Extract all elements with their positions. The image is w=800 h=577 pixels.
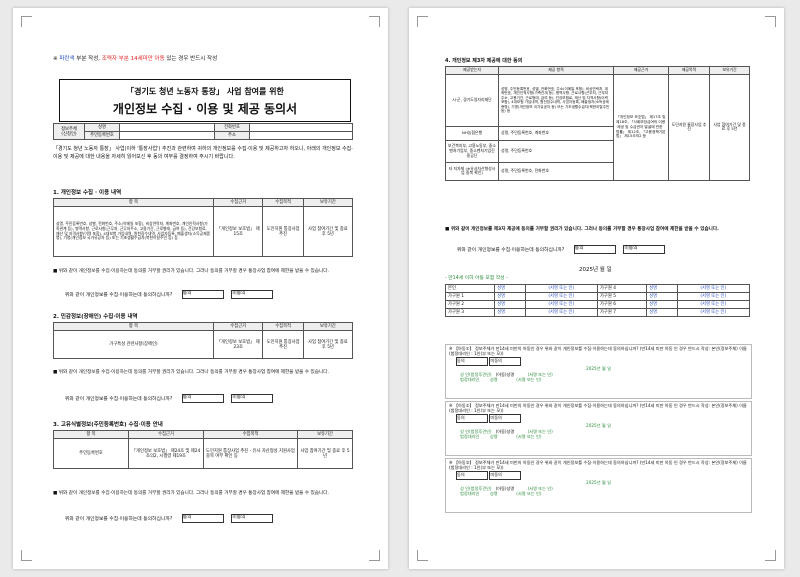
corner-mark — [417, 550, 428, 561]
child-consent-text: ※ 【아동①】 정보주체가 만14세 미만의 아동인 경우 위와 같이 개인정보… — [449, 346, 747, 357]
disagree-checkbox[interactable]: 미동의 — [623, 245, 666, 254]
corner-mark — [765, 16, 776, 27]
section-1-table: 항 목 수집근거 수집목적 보유기간 성명, 주민등록번호, 성별, 전화번호,… — [53, 198, 354, 257]
section-2-notice: ■ 위와 같이 개인정보를 수집·이용하는데 동의를 거부할 권리가 있습니다.… — [53, 370, 329, 375]
corner-mark — [21, 550, 32, 561]
agree-checkbox[interactable]: 동의 — [181, 290, 224, 299]
signature-label: 성명 — [494, 284, 526, 293]
disagree-checkbox[interactable]: 미동의 — [489, 357, 522, 367]
agree-checkbox[interactable]: 동의 — [456, 357, 488, 367]
title-line-1: 「경기도 청년 노동자 통장」 사업 참여를 위한 — [126, 87, 284, 96]
signature-label: 본인 — [444, 284, 496, 293]
agree-checkbox[interactable]: 동의 — [456, 471, 488, 481]
signature-label: 가구원 6 — [596, 300, 648, 309]
applicant-table: 정보주체 (신청인) 성명 전화번호 주민등록번호 주소 — [53, 123, 353, 140]
section-1-question: 위와 같이 개인정보를 수집·이용하는데 동의하십니까? 동의 미동의 — [65, 290, 274, 299]
section-3-notice: ■ 위와 같이 개인정보를 수집·이용하는데 동의를 거부할 권리가 있습니다.… — [53, 491, 329, 496]
signature-field[interactable]: (서명 또는 인) — [676, 292, 751, 301]
agree-checkbox[interactable]: 동의 — [181, 394, 224, 403]
section-3-heading: 3. 고유식별정보(주민등록번호) 수집·이용 안내 — [53, 422, 163, 428]
signature-label: 성명 — [646, 308, 678, 317]
corner-mark — [369, 16, 380, 27]
signature-field[interactable]: (서명 또는 인) — [524, 300, 598, 309]
rep-sign-line: 법정대리인 성명 (서명 또는 인) — [460, 433, 542, 439]
signature-field[interactable]: (서명 또는 인) — [516, 377, 541, 382]
section-1-notice: ■ 위와 같이 개인정보를 수집·이용하는데 동의를 거부할 권리가 있습니다.… — [53, 269, 329, 274]
phone-field[interactable] — [249, 123, 353, 132]
rrn-field[interactable] — [119, 131, 215, 140]
section-4-notice: ■ 위와 같이 개인정보를 제3자 제공에 동의를 거부할 권리가 있습니다. … — [445, 227, 719, 232]
signature-label: 가구원 3 — [444, 308, 496, 317]
section-2-heading: 2. 민감정보(장애인) 수집·이용 내역 — [53, 314, 138, 320]
signature-label: 성명 — [494, 308, 526, 317]
signature-field[interactable]: (서명 또는 인) — [516, 434, 541, 439]
signature-table: 본인 성명 (서명 또는 인) 가구원 4 성명 (서명 또는 인) 가구원 1 성명 (서명 … — [444, 284, 751, 317]
signature-row: 가구원 1 성명 (서명 또는 인) 가구원 5 성명 (서명 또는 인) — [444, 292, 751, 301]
section-4-heading: 4. 개인정보 제3자 제공에 대한 동의 — [445, 58, 523, 64]
signature-row: 가구원 3 성명 (서명 또는 인) 가구원 7 성명 (서명 또는 인) — [444, 308, 751, 317]
signature-field[interactable]: (서명 또는 인) — [524, 284, 598, 293]
under14-note: - 만14세 이하 아동 포함 작성 - — [445, 276, 508, 281]
document-page-1: ※ 파란색 부분 작성, 조력자 부분 14세미만 아동 있는 경우 반드시 작… — [13, 8, 388, 569]
child-consent-text: ※ 【아동③】 정보주체가 만14세 미만의 아동인 경우 위와 같이 개인정보… — [449, 460, 747, 471]
signature-label: 성명 — [646, 292, 678, 301]
document-page-2: 4. 개인정보 제3자 제공에 대한 동의 제공받는자 제공 항목 제공근거 제… — [409, 8, 784, 569]
signature-field[interactable]: (서명 또는 인) — [524, 308, 598, 317]
section-4-table: 제공받는자 제공 항목 제공근거 제공목적 보유기간 시·군, 경기도일자리재단… — [445, 66, 750, 181]
signature-label: 가구원 7 — [596, 308, 648, 317]
corner-mark — [21, 16, 32, 27]
agree-checkbox[interactable]: 동의 — [573, 245, 616, 254]
color-notice: ※ 파란색 부분 작성, 조력자 부분 14세미만 아동 있는 경우 반드시 작… — [53, 56, 218, 62]
agree-checkbox[interactable]: 동의 — [456, 414, 488, 424]
disagree-checkbox[interactable]: 미동의 — [489, 471, 522, 481]
child-consent-block: ※ 【아동①】 정보주체가 만14세 미만의 아동인 경우 위와 같이 개인정보… — [445, 344, 752, 399]
signature-field[interactable]: (서명 또는 인) — [676, 308, 751, 317]
signature-label: 성명 — [494, 292, 526, 301]
signature-label: 성명 — [646, 284, 678, 293]
section-2-question: 위와 같이 개인정보를 수집·이용하는데 동의하십니까? 동의 미동의 — [65, 394, 274, 403]
disagree-checkbox[interactable]: 미동의 — [231, 394, 274, 403]
signature-label: 가구원 1 — [444, 292, 496, 301]
signature-field[interactable]: (서명 또는 인) — [524, 292, 598, 301]
child-consent-block: ※ 【아동②】 정보주체가 만14세 미만의 아동인 경우 위와 같이 개인정보… — [445, 401, 752, 456]
signature-label: 가구원 2 — [444, 300, 496, 309]
address-field[interactable] — [249, 131, 353, 140]
rep-sign-line: 법정대리인 성명 (서명 또는 인) — [460, 490, 542, 496]
signature-row: 가구원 2 성명 (서명 또는 인) 가구원 6 성명 (서명 또는 인) — [444, 300, 751, 309]
document-title-box: 「경기도 청년 노동자 통장」 사업 참여를 위한 개인정보 수집 · 이용 및… — [59, 79, 351, 122]
signature-label: 성명 — [646, 300, 678, 309]
signature-label: 성명 — [494, 300, 526, 309]
signature-row: 본인 성명 (서명 또는 인) 가구원 4 성명 (서명 또는 인) — [444, 284, 751, 293]
rep-sign-line: 법정대리인 성명 (서명 또는 인) — [460, 376, 542, 382]
child-consent-text: ※ 【아동②】 정보주체가 만14세 미만의 아동인 경우 위와 같이 개인정보… — [449, 403, 747, 414]
disagree-checkbox[interactable]: 미동의 — [489, 414, 522, 424]
date-line: 2025년 월 일 — [579, 267, 612, 273]
corner-mark — [369, 550, 380, 561]
section-4-question: 위와 같이 개인정보를 수집·이용하는데 동의하십니까? 동의 미동의 — [457, 245, 666, 254]
signature-field[interactable]: (서명 또는 인) — [676, 300, 751, 309]
agree-checkbox[interactable]: 동의 — [181, 514, 224, 523]
signature-field[interactable]: (서명 또는 인) — [516, 491, 541, 496]
signature-label: 가구원 5 — [596, 292, 648, 301]
title-line-2: 개인정보 수집 · 이용 및 제공 동의서 — [112, 102, 298, 116]
corner-mark — [765, 550, 776, 561]
section-1-heading: 1. 개인정보 수집 · 이용 내역 — [53, 190, 122, 196]
section-2-table: 항 목 수집근거 수집목적 보유기간 가구특성 관련사항(장애인) 「개인정보 … — [53, 322, 354, 359]
section-3-question: 위와 같이 개인정보를 수집·이용하는데 동의하십니까? 동의 미동의 — [65, 514, 274, 523]
corner-mark — [417, 16, 428, 27]
name-field[interactable] — [119, 123, 215, 132]
child-consent-block: ※ 【아동③】 정보주체가 만14세 미만의 아동인 경우 위와 같이 개인정보… — [445, 458, 752, 513]
section-3-table: 항 목 수집근거 수집목적 보유기간 주민등록번호 「개인정보 보호법」 제24… — [53, 430, 353, 469]
disagree-checkbox[interactable]: 미동의 — [231, 514, 274, 523]
intro-text: 「경기도 청년 노동자 통장」 사업(이하 '통장사업') 추진과 관련하여 귀… — [53, 146, 353, 160]
signature-label: 가구원 4 — [596, 284, 648, 293]
disagree-checkbox[interactable]: 미동의 — [231, 290, 274, 299]
signature-field[interactable]: (서명 또는 인) — [676, 284, 751, 293]
